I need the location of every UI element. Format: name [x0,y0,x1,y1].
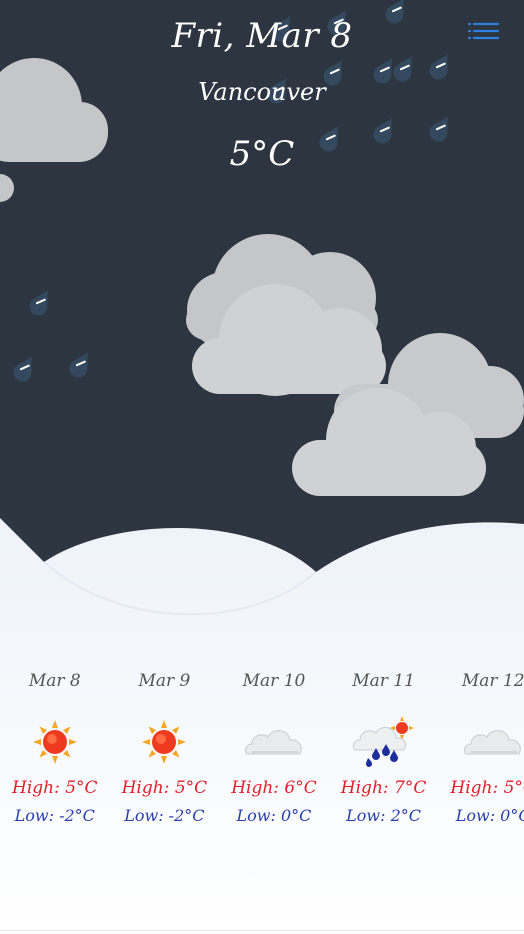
forecast-date: Mar 11 [352,671,415,691]
forecast-day[interactable]: Mar 10 High: 6°C Low: 0°C [219,668,329,848]
sun-icon [32,720,77,764]
rain-cloud-icon [352,716,414,767]
forecast-date: Mar 8 [28,671,81,691]
forecast-low: Low: -2°C [124,806,205,825]
current-temperature: 5°C [229,134,295,174]
sun-icon [142,720,187,764]
menu-button[interactable] [466,20,500,46]
forecast-low: Low: -2°C [14,806,95,825]
forecast-day[interactable]: Mar 12 High: 5°C Low: 0°C [438,668,524,848]
forecast-day[interactable]: Mar 9 High: 5°C Low: -2°C [110,668,220,848]
forecast-high: High: 5°C [12,778,98,798]
forecast-low: Low: 2°C [346,806,421,825]
cloud-icon [464,730,521,755]
forecast-day[interactable]: Mar 11 High: 7°C Low: 2°C [329,668,439,848]
forecast-high: High: 6°C [231,778,317,798]
forecast-date: Mar 9 [138,671,191,691]
forecast-high: High: 5°C [121,778,208,798]
forecast-high: High: 5°C [450,778,524,798]
forecast-day[interactable]: Mar 8 High: 5°C Low: -2°C [0,668,110,848]
cloud-icon [244,730,302,755]
current-date: Fri, Mar 8 [171,16,353,56]
city-name: Vancouver [198,78,326,106]
forecast-high: High: 7°C [340,778,427,798]
forecast-strip: Mar 8 High: 5°C Low: -2°C Mar 9 High: 5°… [0,668,524,848]
bottom-divider [0,930,524,931]
forecast-low: Low: 0°C [236,806,312,825]
forecast-low: Low: 0°C [455,806,524,825]
forecast-date: Mar 10 [242,671,306,691]
menu-list-icon [467,22,500,40]
forecast-date: Mar 12 [461,671,524,691]
